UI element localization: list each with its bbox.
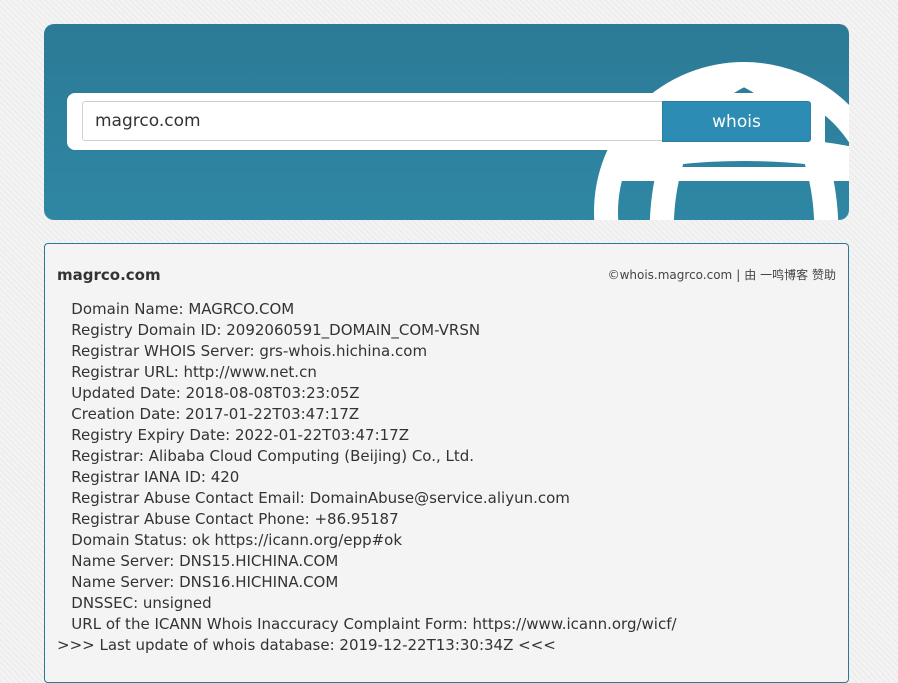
by-label: 由: [744, 268, 757, 282]
search-banner: whois: [44, 24, 849, 220]
search-box: whois: [67, 93, 825, 150]
whois-line: Creation Date: 2017-01-22T03:47:17Z: [57, 405, 360, 423]
credit-separator: |: [736, 268, 741, 282]
whois-line: Name Server: DNS15.HICHINA.COM: [57, 552, 339, 570]
whois-line: Registrar IANA ID: 420: [57, 468, 240, 486]
whois-line: Registrar Abuse Contact Phone: +86.95187: [57, 510, 399, 528]
credit-line: ©whois.magrco.com | 由 一鸣博客 赞助: [608, 266, 836, 283]
site-link[interactable]: ©whois.magrco.com: [608, 268, 733, 282]
whois-line: Domain Name: MAGRCO.COM: [57, 300, 295, 318]
whois-line: >>> Last update of whois database: 2019-…: [57, 636, 556, 654]
whois-result-panel: magrco.com ©whois.magrco.com | 由 一鸣博客 赞助 D…: [44, 243, 849, 683]
whois-record: Domain Name: MAGRCO.COM Registry Domain …: [57, 299, 677, 656]
result-domain-title: magrco.com: [57, 266, 161, 284]
sponsor-link[interactable]: 赞助: [812, 268, 836, 282]
whois-line: Registrar Abuse Contact Email: DomainAbu…: [57, 489, 570, 507]
whois-line: Registrar URL: http://www.net.cn: [57, 363, 317, 381]
whois-line: Registrar WHOIS Server: grs-whois.hichin…: [57, 342, 428, 360]
whois-line: Name Server: DNS16.HICHINA.COM: [57, 573, 339, 591]
whois-line: Registry Expiry Date: 2022-01-22T03:47:1…: [57, 426, 409, 444]
whois-line: URL of the ICANN Whois Inaccuracy Compla…: [57, 615, 677, 633]
whois-button[interactable]: whois: [662, 101, 811, 142]
whois-line: Registry Domain ID: 2092060591_DOMAIN_CO…: [57, 321, 481, 339]
domain-search-input[interactable]: [82, 101, 663, 141]
whois-line: Registrar: Alibaba Cloud Computing (Beij…: [57, 447, 475, 465]
whois-line: Updated Date: 2018-08-08T03:23:05Z: [57, 384, 360, 402]
author-link[interactable]: 一鸣博客: [760, 268, 808, 282]
whois-line: DNSSEC: unsigned: [57, 594, 212, 612]
whois-line: Domain Status: ok https://icann.org/epp#…: [57, 531, 403, 549]
